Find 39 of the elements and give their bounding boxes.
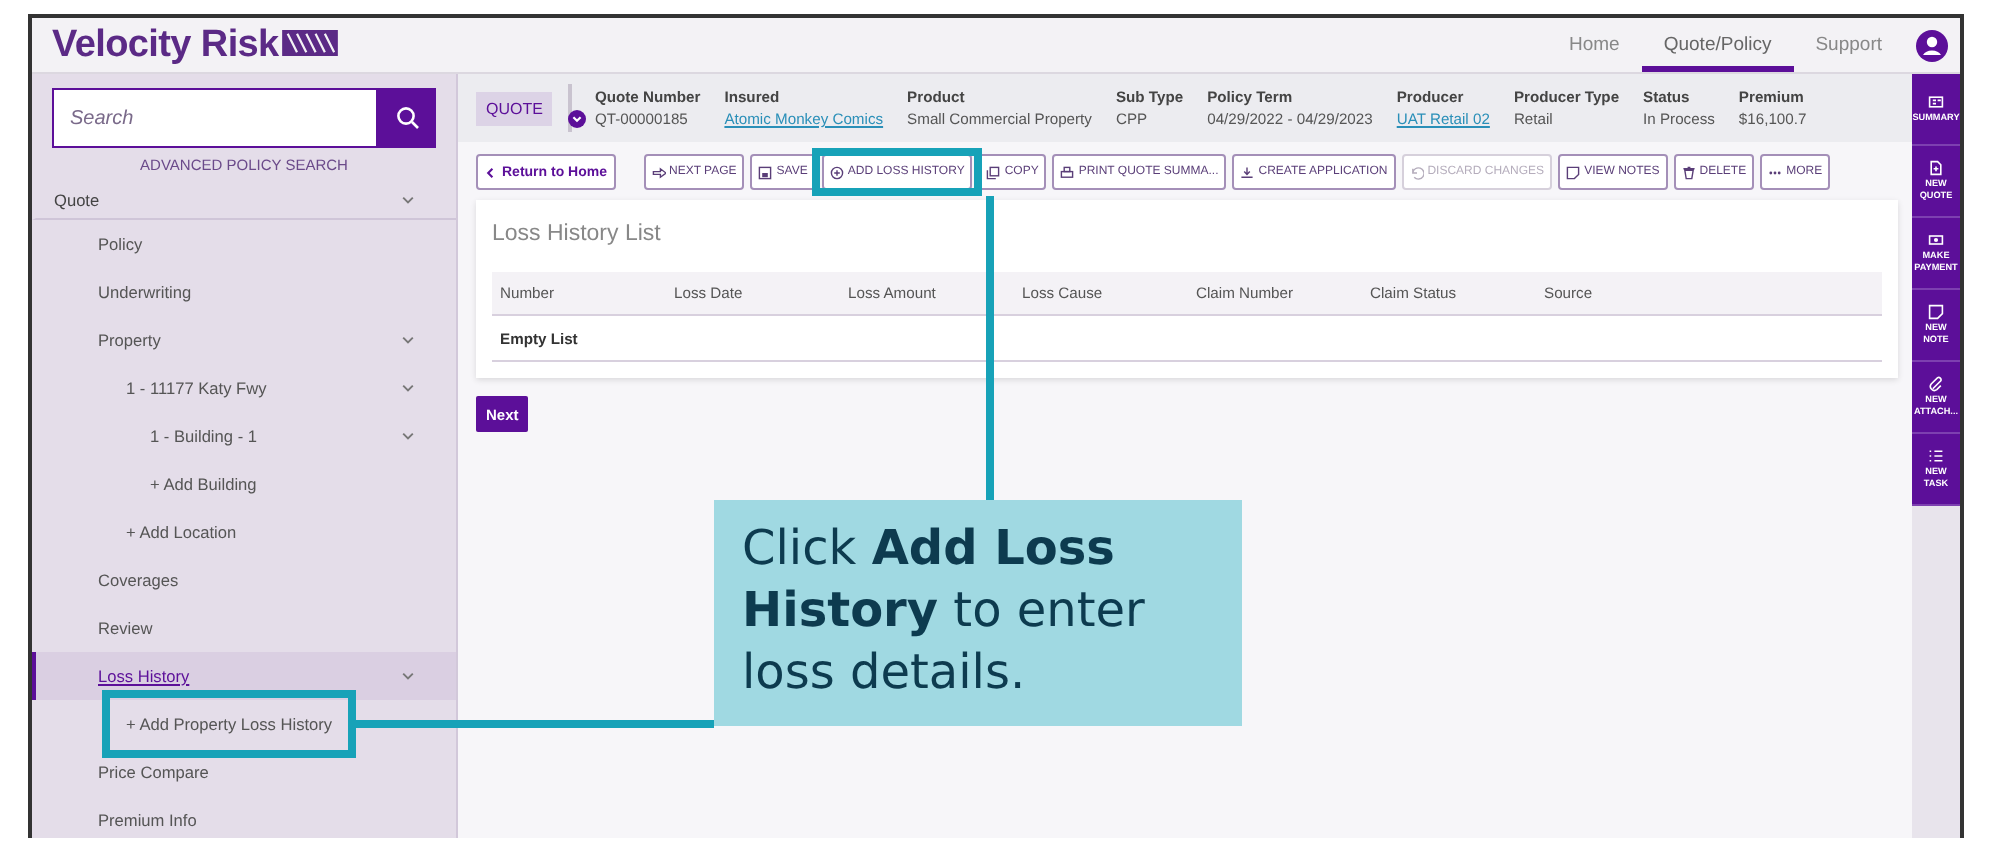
note-icon xyxy=(1928,304,1944,321)
id-card-icon xyxy=(1928,94,1944,111)
logo-mark-icon xyxy=(282,29,339,55)
chevron-left-icon xyxy=(484,165,498,179)
nav-item[interactable]: + Add Property Loss History xyxy=(32,700,456,748)
nav-item[interactable]: 1 - Building - 1 xyxy=(32,412,456,460)
expand-circle-icon[interactable] xyxy=(568,109,587,127)
search-field[interactable]: Search xyxy=(52,88,378,148)
user-icon[interactable] xyxy=(1916,29,1948,61)
callout-text: Click Add Loss History to enter loss details. xyxy=(714,500,1242,726)
quote-badge: QUOTE xyxy=(476,91,553,125)
note-icon xyxy=(1566,165,1581,179)
nav-item[interactable]: 1 - 11177 Katy Fwy xyxy=(32,364,456,412)
nav-item[interactable]: + Add Location xyxy=(32,508,456,556)
plus-circle-icon xyxy=(829,165,844,179)
download-icon xyxy=(1240,165,1255,179)
undo-icon xyxy=(1409,165,1424,179)
nav-item[interactable]: Price Compare xyxy=(32,748,456,796)
nav-item[interactable]: Quote xyxy=(32,180,456,220)
logo-text: Velocity Risk xyxy=(52,23,279,67)
nav-item[interactable]: Property xyxy=(32,316,456,364)
printer-icon xyxy=(1060,165,1075,179)
nav-item[interactable]: + Add Building xyxy=(32,460,456,508)
nav-item[interactable]: Premium Info xyxy=(32,796,456,838)
search-icon xyxy=(395,106,419,130)
document-icon xyxy=(1928,160,1944,177)
nav-item[interactable]: Policy xyxy=(32,220,456,268)
banknote-icon xyxy=(1928,232,1944,249)
nav-item[interactable]: Underwriting xyxy=(32,268,456,316)
search-button[interactable] xyxy=(378,88,436,148)
nav-item[interactable]: Coverages xyxy=(32,556,456,604)
copy-icon xyxy=(986,165,1001,179)
arrow-icon xyxy=(651,165,665,179)
nav-item[interactable]: Review xyxy=(32,604,456,652)
trash-icon xyxy=(1681,165,1696,179)
paperclip-icon xyxy=(1928,376,1944,393)
checklist-icon xyxy=(1928,448,1944,465)
card-title: Loss History List xyxy=(492,222,663,246)
nav-item[interactable]: Loss History xyxy=(32,652,456,700)
